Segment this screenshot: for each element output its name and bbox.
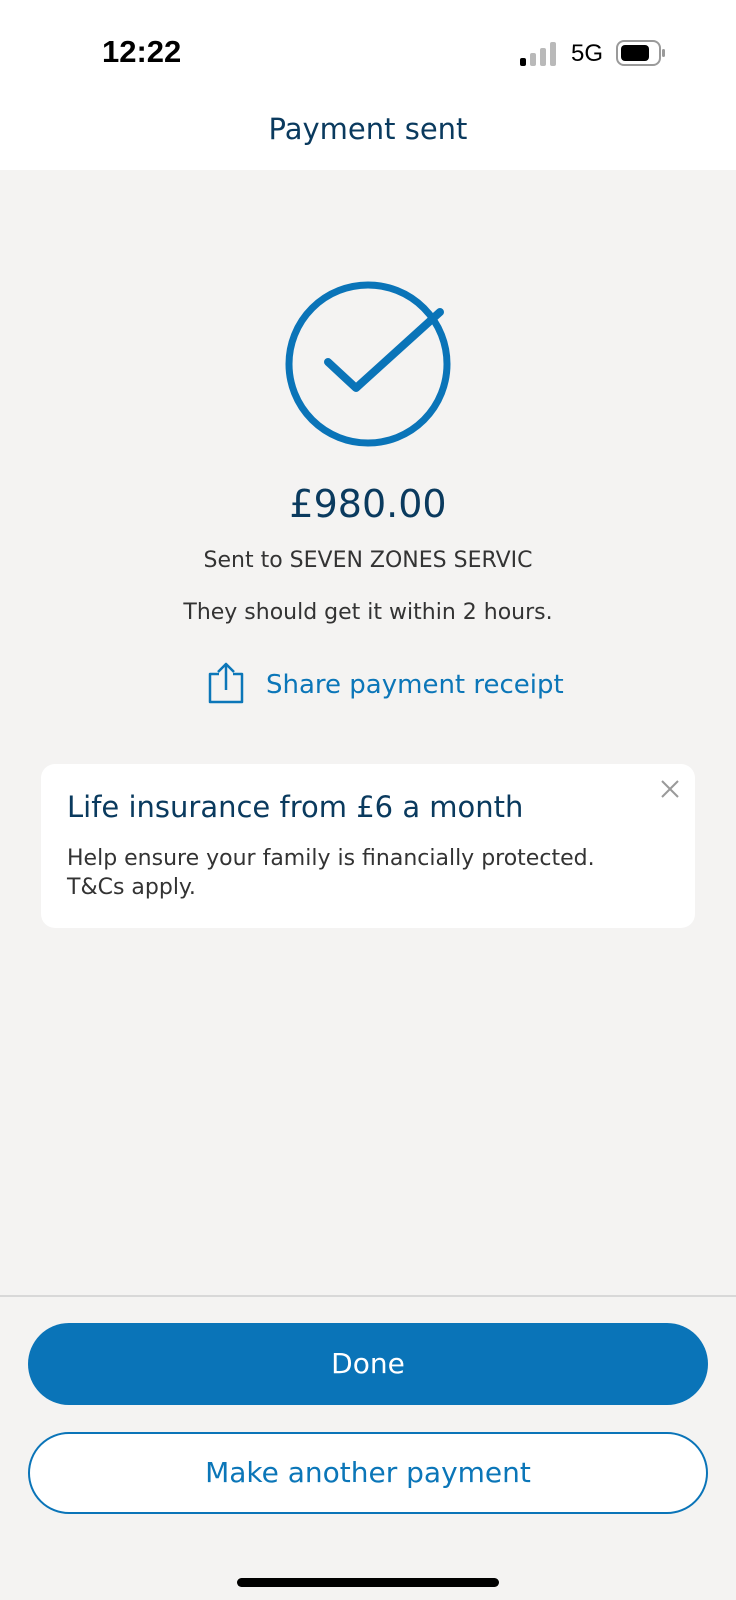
share-receipt-link[interactable]: Share payment receipt [206, 660, 564, 706]
share-receipt-label: Share payment receipt [266, 670, 564, 700]
close-icon[interactable] [659, 778, 681, 800]
promo-body: Help ensure your family is financially p… [67, 846, 595, 900]
make-another-payment-button[interactable]: Make another payment [28, 1432, 708, 1514]
payment-recipient: Sent to SEVEN ZONES SERVIC [203, 548, 533, 573]
payment-eta: They should get it within 2 hours. [183, 600, 553, 625]
status-time: 12:22 [102, 34, 182, 69]
promo-card[interactable]: Life insurance from £6 a month Help ensu… [41, 764, 695, 928]
network-type: 5G [571, 40, 604, 67]
share-icon [208, 662, 244, 704]
check-circle-icon [285, 281, 451, 447]
nav-bar: Payment sent [0, 96, 736, 170]
page-title: Payment sent [268, 112, 468, 146]
done-button[interactable]: Done [28, 1323, 708, 1405]
footer-divider [0, 1295, 736, 1297]
payment-amount: £980.00 [289, 482, 447, 526]
status-bar: 12:22 5G [0, 0, 736, 96]
promo-title: Life insurance from £6 a month [67, 790, 524, 824]
signal-strength-icon [520, 42, 560, 66]
home-indicator[interactable] [237, 1578, 499, 1587]
battery-icon [616, 40, 665, 66]
